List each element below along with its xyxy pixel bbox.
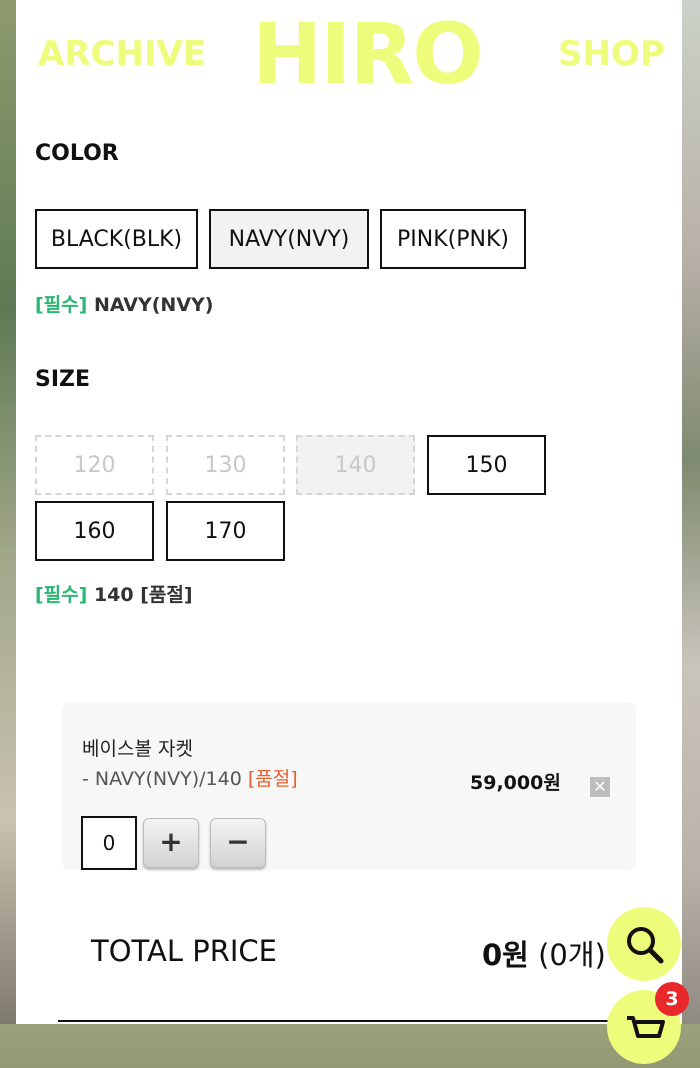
total-amount: 0원 <box>482 938 529 972</box>
color-option-black[interactable]: BLACK(BLK) <box>35 209 198 269</box>
background-photo-right <box>682 0 700 1024</box>
color-required-value: NAVY(NVY) <box>93 294 214 316</box>
size-option-160[interactable]: 160 <box>35 501 154 561</box>
size-option-170[interactable]: 170 <box>166 501 285 561</box>
selected-item-row: 베이스볼 자켓 - NAVY(NVY)/140 [품절] 59,000원 ✕ 0… <box>62 702 636 870</box>
size-option-130[interactable]: 130 <box>166 435 285 495</box>
size-option-150[interactable]: 150 <box>427 435 546 495</box>
total-count: (0개) <box>538 938 606 972</box>
color-section-label: COLOR <box>35 141 119 166</box>
nav-archive-link[interactable]: ARCHIVE <box>38 34 206 74</box>
logo[interactable]: HIRO <box>252 4 484 104</box>
header: ARCHIVE HIRO SHOP <box>16 0 682 110</box>
item-option-value: - NAVY(NVY)/140 <box>82 768 242 790</box>
color-option-navy[interactable]: NAVY(NVY) <box>209 209 369 269</box>
size-required-value: 140 [품절] <box>93 584 193 606</box>
required-tag: [필수] <box>35 584 88 606</box>
size-required-note: [필수] 140 [품절] <box>35 580 193 607</box>
nav-shop-link[interactable]: SHOP <box>558 34 665 74</box>
item-option: - NAVY(NVY)/140 [품절] <box>82 764 298 791</box>
remove-item-icon[interactable]: ✕ <box>590 777 610 797</box>
total-divider <box>58 1020 658 1022</box>
size-option-120[interactable]: 120 <box>35 435 154 495</box>
soldout-label: [품절] <box>247 768 298 790</box>
required-tag: [필수] <box>35 294 88 316</box>
total-price-value: 0원 (0개) <box>482 932 606 974</box>
color-option-pink[interactable]: PINK(PNK) <box>380 209 526 269</box>
item-name: 베이스볼 자켓 <box>82 738 193 760</box>
total-price-label: TOTAL PRICE <box>91 934 277 968</box>
quantity-minus-button[interactable]: − <box>210 818 266 868</box>
quantity-plus-button[interactable]: + <box>143 818 199 868</box>
search-icon <box>627 927 664 964</box>
search-button[interactable] <box>607 907 681 981</box>
size-option-140[interactable]: 140 <box>296 435 415 495</box>
product-options-panel: ARCHIVE HIRO SHOP COLOR BLACK(BLK) NAVY(… <box>16 0 682 1024</box>
color-required-note: [필수] NAVY(NVY) <box>35 290 213 317</box>
quantity-input[interactable]: 0 <box>81 816 137 870</box>
size-section-label: SIZE <box>35 367 91 392</box>
item-price: 59,000원 <box>470 772 561 794</box>
background-photo-left <box>0 0 16 1024</box>
cart-count-badge: 3 <box>655 982 689 1016</box>
